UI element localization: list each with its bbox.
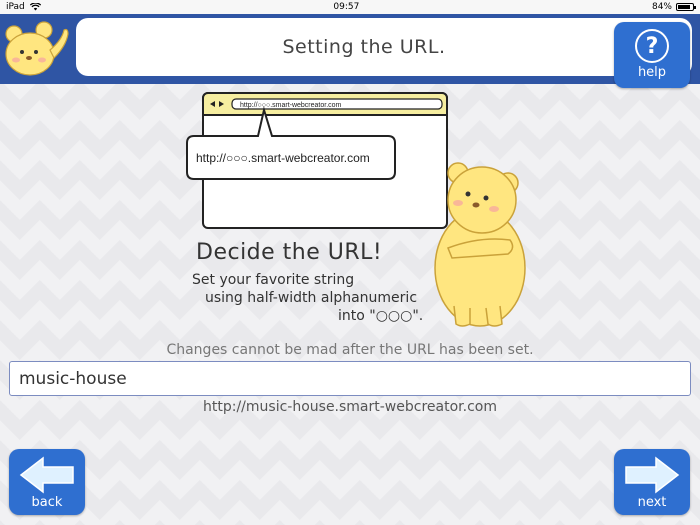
- instruction-heading: Decide the URL!: [196, 240, 383, 265]
- url-input[interactable]: [9, 361, 691, 396]
- bear-mascot-icon: [434, 162, 526, 327]
- device-name: iPad: [6, 2, 25, 12]
- next-label: next: [637, 495, 667, 510]
- help-label: help: [637, 65, 667, 80]
- status-left: iPad: [6, 2, 41, 12]
- back-label: back: [31, 495, 63, 510]
- arrow-right-icon: [625, 456, 680, 494]
- question-mark-icon: ?: [635, 29, 669, 63]
- instruction-line-3: into "○○○".: [338, 308, 424, 324]
- page-title: Setting the URL.: [282, 36, 446, 58]
- back-button[interactable]: back: [9, 449, 85, 515]
- instruction-line-1: Set your favorite string: [192, 272, 355, 288]
- status-bar: iPad 09:57 84%: [0, 0, 700, 14]
- instruction-line-2: using half-width alphanumeric: [205, 290, 418, 306]
- url-preview: http://music-house.smart-webcreator.com: [203, 399, 497, 415]
- wifi-icon: [29, 3, 41, 11]
- header-panel: Setting the URL.: [76, 18, 692, 76]
- address-bar-text: http://○○○.smart-webcreator.com: [240, 102, 342, 109]
- callout-url-text: http://○○○.smart-webcreator.com: [196, 151, 370, 165]
- help-button[interactable]: ? help: [614, 22, 690, 88]
- warning-note: Changes cannot be mad after the URL has …: [166, 342, 534, 358]
- status-right: 84%: [651, 2, 696, 12]
- battery-icon: [676, 3, 696, 11]
- arrow-left-icon: [19, 456, 74, 494]
- battery-percent: 84%: [651, 2, 672, 12]
- next-button[interactable]: next: [614, 449, 690, 515]
- battery-fill: [678, 5, 690, 9]
- bear-mascot-corner-icon: [5, 21, 69, 76]
- clock: 09:57: [333, 2, 360, 12]
